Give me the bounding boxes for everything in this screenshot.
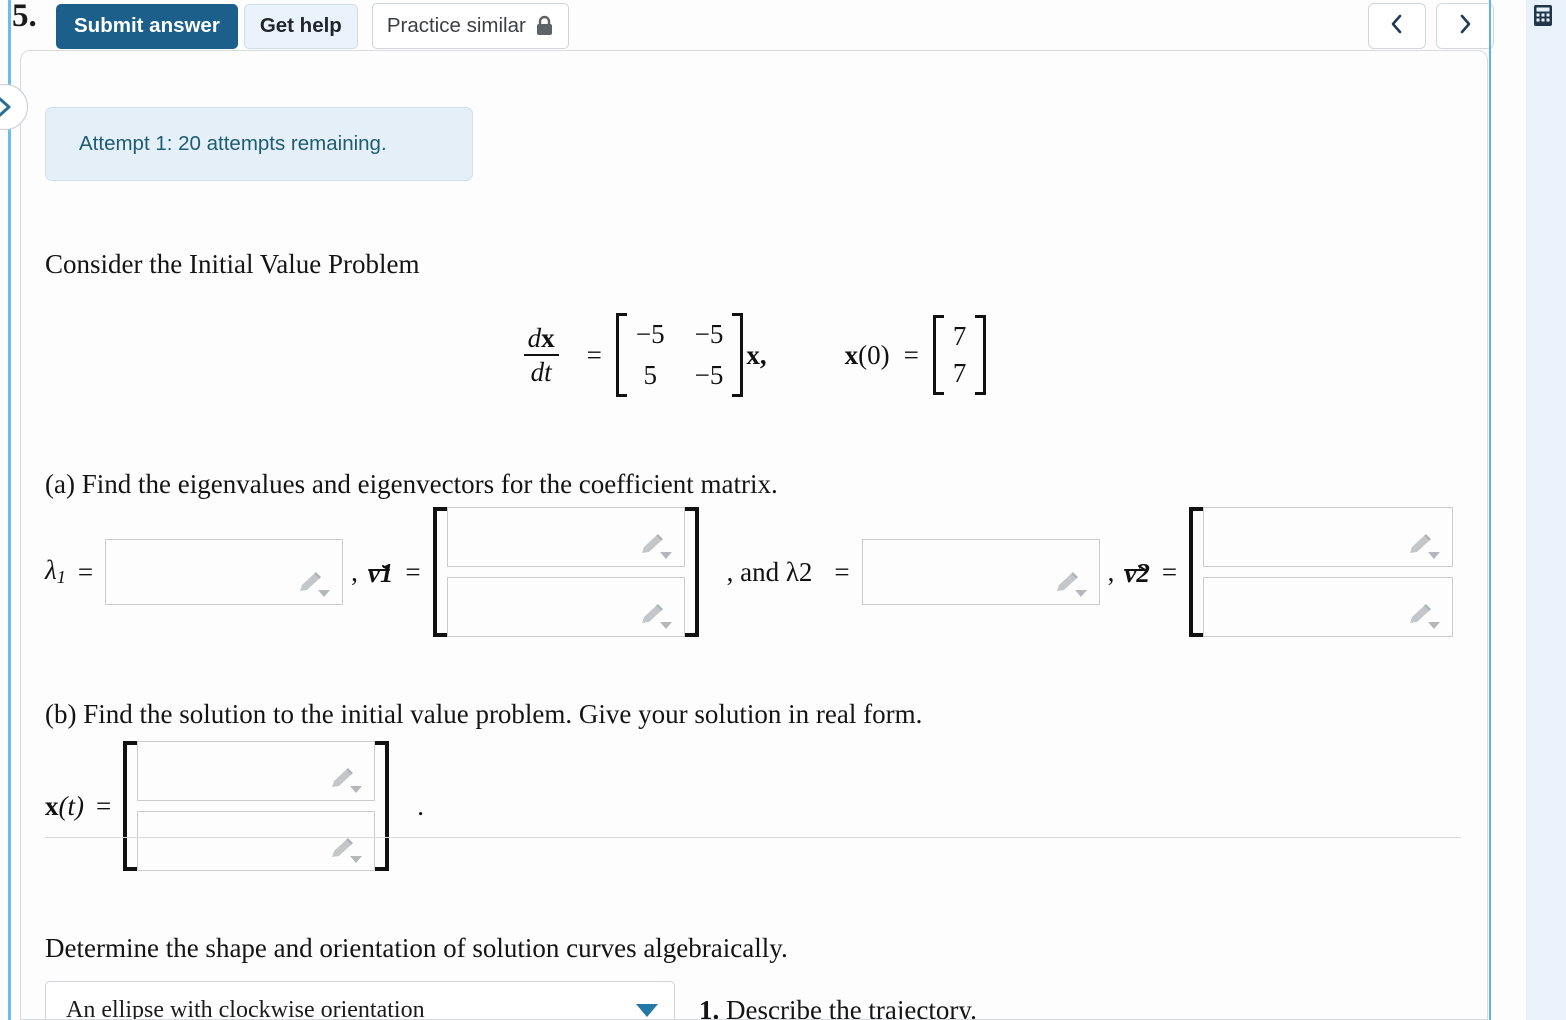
v2-row2-input[interactable] [1203,577,1454,637]
initial-vector-cell: 7 [952,321,967,351]
vector-x-label: x, [746,339,767,370]
lambda2-equals: = [834,556,850,587]
v2-equals: = [1161,556,1178,587]
xt-bracket-left [123,741,138,871]
chevron-right-icon [0,96,15,118]
get-help-button[interactable]: Get help [243,3,358,49]
xt-row1-input[interactable] [137,741,376,801]
submit-answer-button[interactable]: Submit answer [56,3,238,49]
describe-trajectory-label: 1. Describe the trajectory. [699,995,977,1020]
pencil-edit-icon [1404,531,1444,561]
frac-numerator-x: x [541,322,555,353]
initial-equals: = [903,339,919,370]
pencil-edit-icon [636,601,676,631]
initial-vector-cell: 7 [952,358,967,388]
describe-number: 1. [699,994,720,1020]
right-side-panel [1526,0,1566,1020]
xt-label: x(t) [45,790,84,821]
frac-numerator-d: d [527,322,542,353]
matrix-cell: −5 [694,319,724,349]
problem-toolbar: Submit answer Get help Practice similar [0,0,1490,52]
xt-bracket-right [375,741,390,871]
coefficient-matrix: −5 −5 5 −5 [615,313,744,397]
pencil-edit-icon [294,569,334,599]
caret-down-icon [636,1003,658,1017]
pencil-edit-icon [326,765,366,795]
frac-denominator: dt [530,357,552,387]
left-rail-divider [8,0,11,1020]
problem-page: 5. Submit answer Get help Practice simil… [0,0,1566,1020]
xt-row2-input[interactable] [137,811,376,871]
part-b-prompt: (b) Find the solution to the initial val… [45,699,923,729]
xt-equals: = [95,790,112,821]
pencil-edit-icon [1051,569,1091,599]
lock-icon [535,15,554,37]
v2-label: v2 [1124,556,1150,589]
initial-condition-label: x(0) [845,340,890,371]
attempt-banner: Attempt 1: 20 attempts remaining. [45,107,473,181]
v1-row2-input[interactable] [446,577,685,637]
v2-inputs [1203,507,1454,637]
right-divider [1489,0,1491,1020]
vector-arrow-icon [1124,549,1147,571]
part-a-comma-2: , [1107,556,1115,587]
v1-row1-input[interactable] [446,507,685,567]
lambda1-label: λ1 [45,555,66,588]
initial-x: x [844,339,859,370]
v1-inputs [446,507,685,637]
v1-bracket-right [684,507,699,637]
derivative-fraction: dx dt [523,322,559,387]
practice-similar-button[interactable]: Practice similar [371,3,569,49]
lambda1-input[interactable] [105,539,344,605]
v2-row1-input[interactable] [1203,507,1454,567]
matrix-cell: −5 [694,360,724,390]
and-lambda2-label: , and λ2 [726,556,813,587]
lambda1-equals: = [77,556,94,587]
pencil-edit-icon [326,835,366,865]
consider-text: Consider the Initial Value Problem [45,249,420,279]
trajectory-selected-value: An ellipse with clockwise orientation [66,996,425,1020]
describe-label: Describe the trajectory. [719,994,977,1020]
part-a-prompt: (a) Find the eigenvalues and eigenvector… [45,469,778,499]
v2-bracket-left [1189,507,1204,637]
matrix-cell: 5 [643,360,658,390]
vector-arrow-icon [367,549,390,571]
v1-equals: = [405,556,421,587]
pencil-edit-icon [1404,601,1444,631]
part-b-answer-row: x(t) = . [45,741,424,871]
initial-vector: 7 7 [932,315,987,395]
v1-bracket-left [432,507,447,637]
xt-inputs [137,741,376,871]
calculator-icon[interactable] [1532,4,1554,28]
part-a-answer-row: λ1 = , v1 = , and λ2 = , v2 = [45,507,1454,637]
practice-similar-label: Practice similar [386,14,526,37]
pencil-edit-icon [636,531,676,561]
problem-card: Attempt 1: 20 attempts remaining. Consid… [20,50,1488,1020]
part-b-period: . [417,790,424,821]
matrix-cell: −5 [635,319,665,349]
trajectory-row: An ellipse with clockwise orientation 1.… [45,981,977,1020]
section-divider [45,837,1461,838]
differential-equation: dx dt = −5 −5 5 −5 x, x(0) = 7 7 [21,313,1487,397]
part-a-comma-1: , [351,556,358,587]
equation-equals: = [586,339,602,370]
determine-prompt: Determine the shape and orientation of s… [45,933,788,963]
v1-label: v1 [367,556,393,589]
lambda2-input[interactable] [861,539,1100,605]
trajectory-select[interactable]: An ellipse with clockwise orientation [45,981,675,1020]
initial-paren: (0) [858,339,890,370]
